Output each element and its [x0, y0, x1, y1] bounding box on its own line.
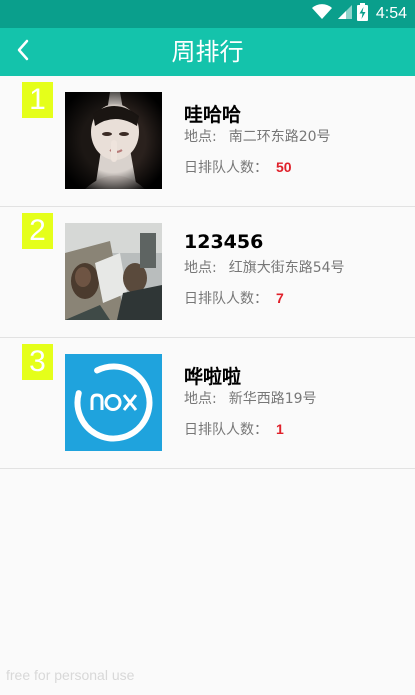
rank-badge: 3 [22, 344, 53, 380]
wifi-icon [311, 4, 333, 24]
ranking-item[interactable]: 2 123456 地点: 红旗大街东路54号 日排队人数： 7 [0, 207, 415, 338]
address-label: 地点: [184, 129, 217, 145]
item-name: 哗啦啦 [184, 366, 242, 388]
address-label: 地点: [184, 260, 217, 276]
ranking-item[interactable]: 1 哇哈哈 地点: 南二环东路20号 日排队人数： 50 [0, 76, 415, 207]
item-queue-count: 日排队人数： 50 [184, 157, 292, 177]
title-bar: 周排行 [0, 28, 415, 76]
avatar-nox-logo [65, 354, 162, 451]
ranking-list: 1 哇哈哈 地点: 南二环东路20号 日排队人数： 50 2 123456 地点… [0, 76, 415, 469]
rank-badge: 2 [22, 213, 53, 249]
address-label: 地点: [184, 391, 217, 407]
status-icons: 4:54 [311, 3, 407, 25]
count-label: 日排队人数： [184, 160, 268, 176]
count-value: 50 [276, 159, 292, 175]
item-queue-count: 日排队人数： 1 [184, 419, 284, 439]
item-address: 地点: 红旗大街东路54号 [184, 257, 345, 277]
count-value: 7 [276, 290, 284, 306]
battery-charging-icon [356, 3, 368, 25]
status-bar: 4:54 [0, 0, 415, 28]
count-label: 日排队人数： [184, 291, 268, 307]
count-value: 1 [276, 421, 284, 437]
address-value: 新华西路19号 [228, 391, 317, 407]
avatar-photo-group [65, 223, 162, 320]
address-value: 红旗大街东路54号 [228, 260, 345, 276]
item-address: 地点: 新华西路19号 [184, 388, 317, 408]
item-name: 哇哈哈 [184, 104, 242, 126]
rank-badge: 1 [22, 82, 53, 118]
item-address: 地点: 南二环东路20号 [184, 126, 331, 146]
avatar-photo-girl [65, 92, 162, 189]
address-value: 南二环东路20号 [228, 129, 331, 145]
count-label: 日排队人数： [184, 422, 268, 438]
signal-icon [337, 4, 353, 24]
status-time: 4:54 [375, 5, 407, 22]
item-name: 123456 [184, 231, 264, 253]
watermark-text: free for personal use [6, 667, 135, 683]
page-title: 周排行 [171, 38, 244, 66]
ranking-item[interactable]: 3 哗啦啦 地点: 新华西路19号 日排队人数： 1 [0, 338, 415, 469]
item-queue-count: 日排队人数： 7 [184, 288, 284, 308]
